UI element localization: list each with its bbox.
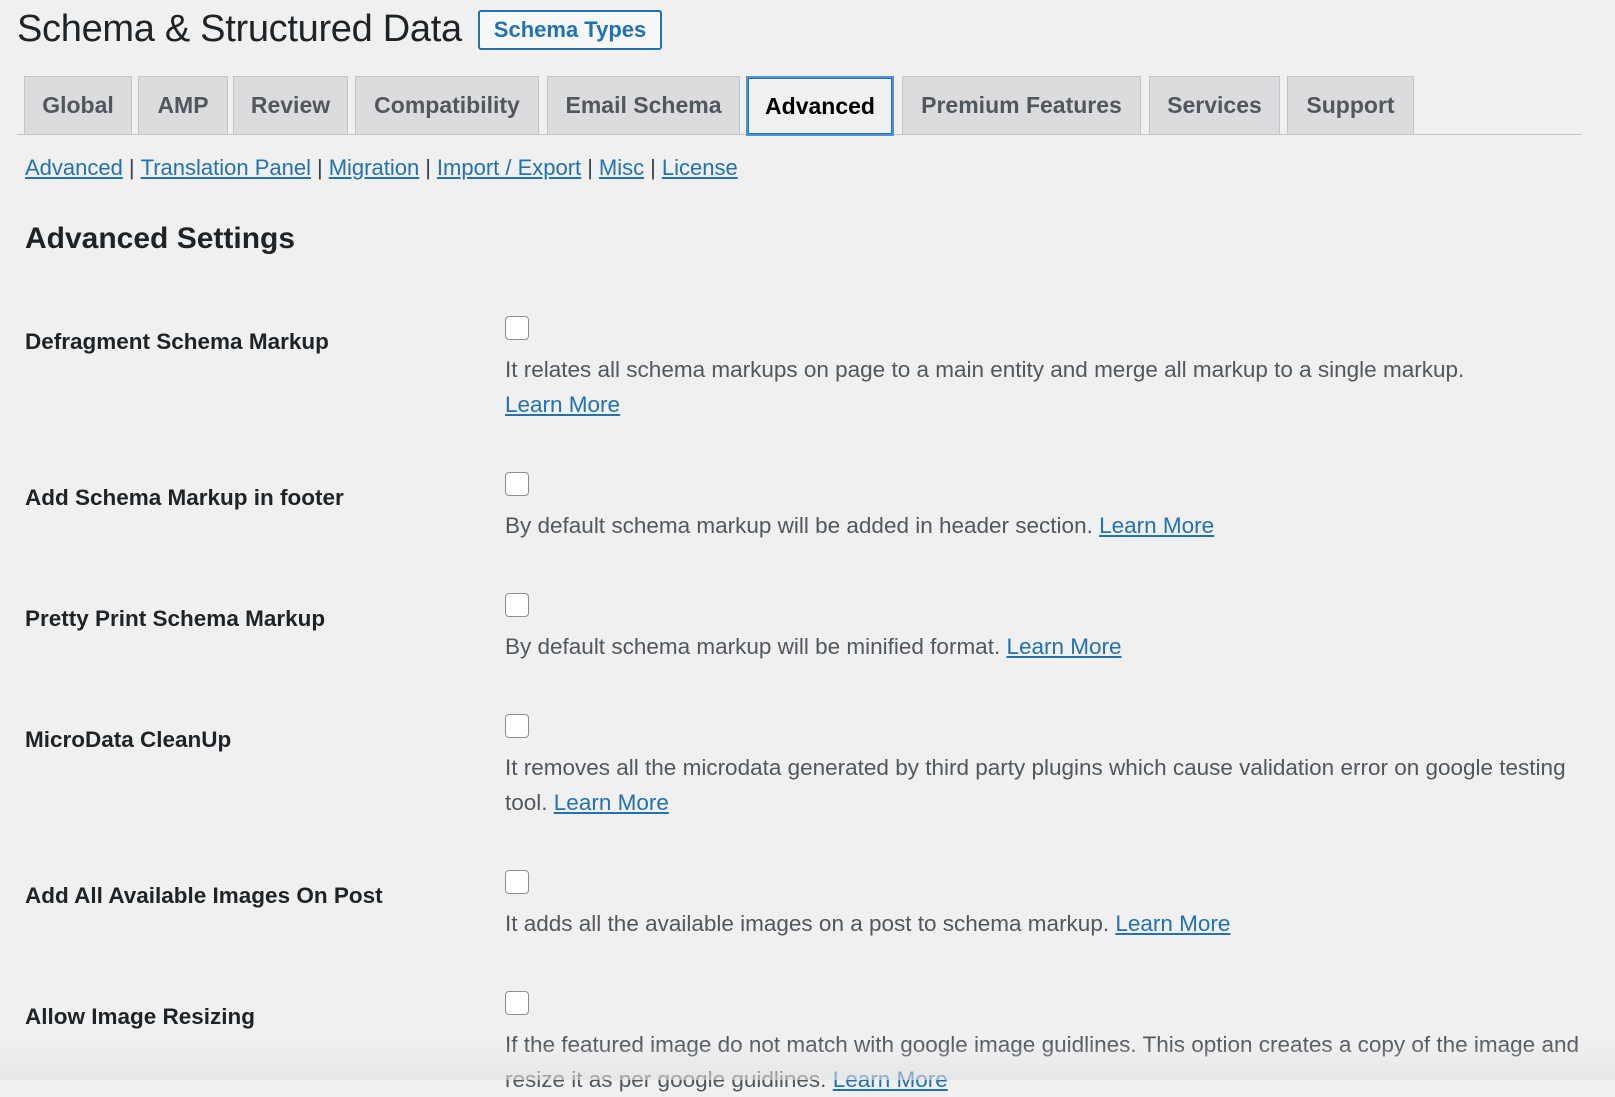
setting-control: It relates all schema markups on page to…: [505, 316, 1605, 422]
description-text: It relates all schema markups on page to…: [505, 357, 1465, 382]
subnav-link-translation-panel[interactable]: Translation Panel: [141, 155, 311, 180]
setting-description: It removes all the microdata generated b…: [505, 750, 1605, 820]
microdata-cleanup-checkbox[interactable]: [505, 714, 529, 738]
setting-description: It relates all schema markups on page to…: [505, 352, 1605, 422]
setting-label: Defragment Schema Markup: [25, 329, 329, 354]
subnav-separator: |: [425, 155, 431, 180]
page-header: Schema & Structured Data Schema Types: [17, 8, 663, 51]
learn-more-link[interactable]: Learn More: [554, 790, 669, 815]
subnav-separator: |: [128, 155, 135, 180]
setting-control: By default schema markup will be added i…: [505, 472, 1605, 543]
image-resizing-checkbox[interactable]: [505, 991, 529, 1015]
page-title: Schema & Structured Data: [17, 8, 462, 50]
learn-more-link[interactable]: Learn More: [505, 392, 620, 417]
setting-label: Allow Image Resizing: [25, 1004, 256, 1029]
all-images-checkbox[interactable]: [505, 870, 529, 894]
tab-premium-features[interactable]: Premium Features: [902, 76, 1141, 134]
pretty-print-checkbox[interactable]: [505, 593, 529, 617]
setting-label: Add All Available Images On Post: [25, 883, 383, 908]
tab-review[interactable]: Review: [233, 76, 348, 134]
subnav-separator: |: [650, 155, 656, 180]
footer-markup-checkbox[interactable]: [505, 472, 529, 496]
setting-description: By default schema markup will be added i…: [505, 508, 1605, 543]
description-text: If the featured image do not match with …: [505, 1032, 1579, 1092]
setting-label: Add Schema Markup in footer: [25, 485, 344, 510]
description-text: By default schema markup will be minifie…: [505, 634, 1001, 659]
tab-email-schema[interactable]: Email Schema: [547, 76, 740, 134]
tab-compatibility[interactable]: Compatibility: [355, 76, 539, 134]
tab-amp[interactable]: AMP: [138, 76, 228, 134]
subnav-separator: |: [587, 155, 593, 180]
setting-label: Pretty Print Schema Markup: [25, 606, 326, 631]
setting-control: It removes all the microdata generated b…: [505, 714, 1605, 820]
settings-tabs: Global AMP Review Compatibility Email Sc…: [17, 76, 1582, 136]
setting-description: If the featured image do not match with …: [505, 1027, 1605, 1097]
sub-navigation: Advanced | Translation Panel | Migration | Imp…: [25, 155, 738, 181]
setting-control: It adds all the available images on a po…: [505, 870, 1605, 941]
description-text: By default schema markup will be added i…: [505, 513, 1093, 538]
defragment-checkbox[interactable]: [505, 316, 529, 340]
setting-label: MicroData CleanUp: [25, 727, 232, 752]
subnav-link-import-export[interactable]: Import / Export: [437, 155, 581, 180]
subnav-separator: |: [316, 155, 323, 180]
setting-description: It adds all the available images on a po…: [505, 906, 1605, 941]
tab-advanced[interactable]: Advanced: [746, 76, 894, 136]
setting-control: By default schema markup will be minifie…: [505, 593, 1605, 664]
learn-more-link[interactable]: Learn More: [1115, 911, 1230, 936]
tab-services[interactable]: Services: [1149, 76, 1280, 134]
subnav-link-advanced[interactable]: Advanced: [25, 155, 123, 180]
learn-more-link[interactable]: Learn More: [1099, 513, 1214, 538]
section-title: Advanced Settings: [25, 222, 296, 255]
setting-control: If the featured image do not match with …: [505, 991, 1605, 1097]
subnav-link-misc[interactable]: Misc: [599, 155, 644, 180]
description-text: It adds all the available images on a po…: [505, 911, 1110, 936]
learn-more-link[interactable]: Learn More: [1006, 634, 1121, 659]
tab-support[interactable]: Support: [1287, 76, 1414, 134]
subnav-link-migration[interactable]: Migration: [329, 155, 419, 180]
subnav-link-license[interactable]: License: [662, 155, 738, 180]
schema-types-button[interactable]: Schema Types: [477, 9, 663, 50]
tab-global[interactable]: Global: [24, 76, 132, 134]
setting-description: By default schema markup will be minifie…: [505, 629, 1605, 664]
